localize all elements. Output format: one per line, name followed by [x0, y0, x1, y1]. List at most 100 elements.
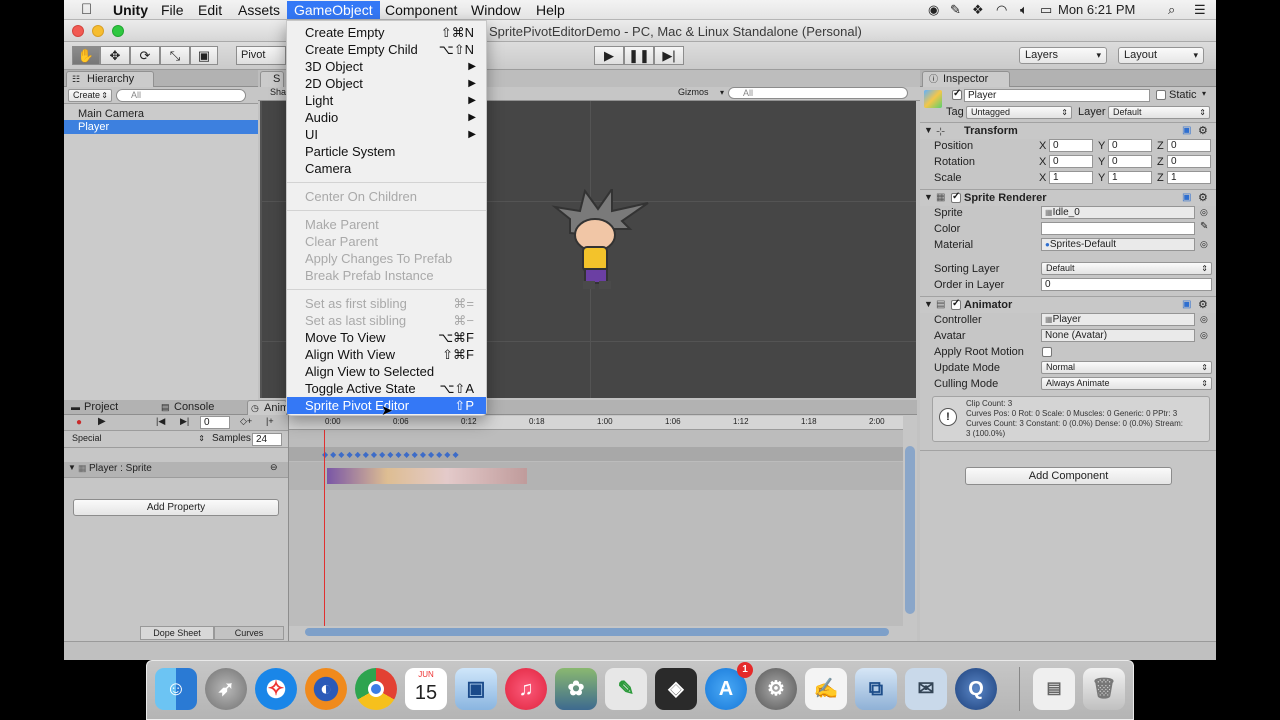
app-store-icon[interactable]: A 1: [705, 662, 753, 710]
menu-item-2d-object[interactable]: 2D Object ▶: [287, 75, 486, 92]
menu-item-toggle-active-state[interactable]: Toggle Active State ⌥⇧A: [287, 380, 486, 397]
wifi-icon[interactable]: ◠: [996, 1, 1007, 19]
tab-scene[interactable]: S: [260, 71, 284, 87]
culling-mode-dropdown[interactable]: Always Animate: [1041, 377, 1212, 390]
app-menu[interactable]: Unity: [106, 1, 155, 19]
foldout-icon[interactable]: ▼: [924, 125, 933, 135]
scale-x-field[interactable]: 1: [1049, 171, 1093, 184]
hierarchy-create-dropdown[interactable]: Create: [68, 89, 112, 102]
color-swatch[interactable]: [1041, 222, 1195, 235]
minimize-window-icon[interactable]: [92, 25, 104, 37]
sprite-renderer-header[interactable]: ▼ ▦ Sprite Renderer ▣ ⚙: [920, 189, 1216, 206]
scale-z-field[interactable]: 1: [1167, 171, 1211, 184]
hierarchy-search-input[interactable]: All: [116, 89, 246, 102]
layers-dropdown[interactable]: Layers: [1019, 47, 1107, 64]
sprite-renderer-enabled-checkbox[interactable]: [951, 191, 961, 203]
menu-item-align-view-to-selected[interactable]: Align View to Selected: [287, 363, 486, 380]
controller-field[interactable]: ▦Player: [1041, 313, 1195, 326]
active-checkbox[interactable]: [952, 88, 962, 100]
step-button[interactable]: ▶|: [654, 46, 684, 65]
itunes-icon[interactable]: ♫: [505, 668, 547, 710]
layout-dropdown[interactable]: Layout: [1118, 47, 1204, 64]
evernote-tray-icon[interactable]: ✎: [950, 1, 961, 19]
object-picker-icon[interactable]: ◎: [1200, 239, 1208, 250]
sorting-layer-dropdown[interactable]: Default: [1041, 262, 1212, 275]
property-options-icon[interactable]: ⊖: [270, 462, 278, 473]
add-event-icon[interactable]: |+: [266, 416, 274, 426]
position-y-field[interactable]: 0: [1108, 139, 1152, 152]
scale-y-field[interactable]: 1: [1108, 171, 1152, 184]
firefox-icon[interactable]: ◐: [305, 668, 347, 710]
menu-item-create-empty[interactable]: Create Empty ⇧⌘N: [287, 24, 486, 41]
mail-icon[interactable]: ✉: [905, 668, 947, 710]
menu-gameobject[interactable]: GameObject: [287, 1, 380, 19]
menu-assets[interactable]: Assets: [231, 1, 287, 19]
menu-item-camera[interactable]: Camera: [287, 160, 486, 177]
foldout-icon[interactable]: ▼: [68, 463, 76, 472]
order-in-layer-field[interactable]: 0: [1041, 278, 1212, 291]
animator-enabled-checkbox[interactable]: [951, 298, 961, 310]
safari-icon[interactable]: ✧: [255, 668, 297, 710]
launchpad-icon[interactable]: ➶: [205, 668, 247, 710]
record-icon[interactable]: ◉: [928, 1, 939, 19]
avatar-field[interactable]: None (Avatar): [1041, 329, 1195, 342]
preview-icon[interactable]: ▣: [455, 668, 497, 710]
object-picker-icon[interactable]: ◎: [1200, 207, 1208, 218]
material-field[interactable]: ●Sprites-Default: [1041, 238, 1195, 251]
samples-field[interactable]: 24: [252, 433, 282, 446]
apply-root-motion-checkbox[interactable]: [1042, 347, 1052, 357]
add-component-button[interactable]: Add Component: [965, 467, 1172, 485]
rotate-tool-icon[interactable]: ⟳: [130, 46, 160, 65]
tab-animation[interactable]: ◷ Anim: [247, 400, 287, 416]
eyedropper-icon[interactable]: ✎: [1200, 221, 1208, 232]
position-z-field[interactable]: 0: [1167, 139, 1211, 152]
timeline-v-scroll-thumb[interactable]: [905, 446, 915, 614]
rotation-z-field[interactable]: 0: [1167, 155, 1211, 168]
calendar-icon[interactable]: JUN 15: [405, 668, 447, 710]
scale-tool-icon[interactable]: ⤡: [160, 46, 190, 65]
sprite-field[interactable]: ▦Idle_0: [1041, 206, 1195, 219]
close-window-icon[interactable]: [72, 25, 84, 37]
iphoto-icon[interactable]: ✿: [555, 668, 597, 710]
help-icon[interactable]: ▣: [1182, 125, 1191, 136]
help-icon[interactable]: ▣: [1182, 192, 1191, 203]
add-property-button[interactable]: Add Property: [73, 499, 279, 516]
sprite-frames-strip[interactable]: [327, 468, 527, 484]
hand-tool-icon[interactable]: ✋: [72, 46, 100, 65]
property-row[interactable]: ▼ ▦ Player : Sprite ⊖: [64, 462, 288, 478]
system-preferences-icon[interactable]: ⚙: [755, 668, 797, 710]
playhead[interactable]: [324, 430, 325, 626]
keyframe-markers[interactable]: ◆◆◆◆◆◆◆◆◆◆◆◆◆◆◆◆◆: [322, 450, 512, 460]
curves-tab[interactable]: Curves: [214, 626, 284, 640]
menu-item-light[interactable]: Light ▶: [287, 92, 486, 109]
documents-stack-icon[interactable]: ▤: [1033, 668, 1075, 710]
player-sprite[interactable]: [550, 189, 660, 299]
static-dropdown-icon[interactable]: ▾: [1202, 89, 1206, 98]
gear-icon[interactable]: ⚙: [1198, 298, 1208, 311]
menu-item-3d-object[interactable]: 3D Object ▶: [287, 58, 486, 75]
quicktime-icon[interactable]: Q: [955, 668, 997, 710]
menu-item-align-with-view[interactable]: Align With View ⇧⌘F: [287, 346, 486, 363]
trash-icon[interactable]: 🗑︎: [1083, 668, 1125, 710]
apple-menu-icon[interactable]: : [74, 1, 99, 19]
play-button[interactable]: ▶: [594, 46, 624, 65]
battery-icon[interactable]: ▭: [1040, 1, 1052, 19]
menu-help[interactable]: Help: [529, 1, 572, 19]
transform-header[interactable]: ▼ ⊹ Transform ▣ ⚙: [920, 122, 1216, 139]
notification-center-icon[interactable]: ☰: [1194, 1, 1206, 19]
image-capture-icon[interactable]: ⧉: [855, 668, 897, 710]
menu-window[interactable]: Window: [464, 1, 528, 19]
tab-project[interactable]: ▬ Project: [68, 400, 124, 416]
menu-item-particle-system[interactable]: Particle System: [287, 143, 486, 160]
object-picker-icon[interactable]: ◎: [1200, 330, 1208, 341]
static-checkbox[interactable]: [1156, 90, 1166, 100]
add-keyframe-icon[interactable]: ◇+: [240, 416, 252, 427]
evernote-icon[interactable]: ✎: [605, 668, 647, 710]
textedit-icon[interactable]: ✍: [805, 668, 847, 710]
object-name-field[interactable]: Player: [964, 89, 1150, 102]
gear-icon[interactable]: ⚙: [1198, 124, 1208, 137]
volume-icon[interactable]: 🔈︎: [1020, 1, 1028, 19]
chrome-icon[interactable]: [355, 668, 397, 710]
prev-keyframe-icon[interactable]: |◀: [156, 416, 165, 427]
tab-console[interactable]: ▤ Console: [158, 400, 220, 416]
